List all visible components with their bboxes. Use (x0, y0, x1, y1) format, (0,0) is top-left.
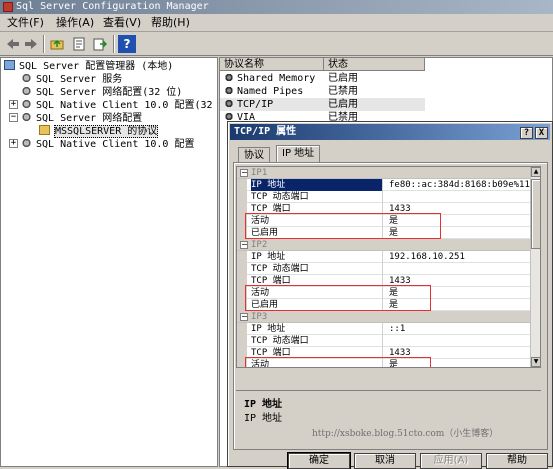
list-row-selected[interactable]: TCP/IP 已启用 (220, 98, 425, 111)
section-ip1[interactable]: − IP1 (237, 167, 531, 179)
description-title: IP 地址 (244, 399, 283, 410)
network-icon (21, 112, 32, 122)
protocol-icon (224, 112, 234, 121)
protocol-icon (224, 99, 234, 108)
scroll-thumb[interactable] (531, 179, 540, 249)
list-row[interactable]: Shared Memory 已启用 (220, 72, 425, 85)
property-grid-scrollbar[interactable]: ▲ ▼ (530, 167, 540, 367)
section-ip2[interactable]: − IP2 (237, 239, 531, 251)
property-grid: − IP1 IP 地址 fe80::ac:384d:8168:b09e%11 TCP… (236, 166, 541, 368)
network-icon (21, 86, 32, 96)
collapse-network-config[interactable]: − (9, 113, 18, 122)
property-row[interactable]: IP 地址 192.168.10.251 (237, 251, 531, 263)
tab-ip-addresses[interactable]: IP 地址 (276, 145, 321, 163)
tree-item-native-client-32[interactable]: SQL Native Client 10.0 配置(32 位) (21, 99, 235, 112)
service-icon (21, 73, 32, 83)
properties-icon[interactable] (70, 35, 88, 53)
column-header-status[interactable]: 状态 (324, 58, 425, 71)
watermark: http://xsboke.blog.51cto.com（小生博客） (312, 429, 499, 439)
dialog-title-bar[interactable]: TCP/IP 属性 ? X (230, 124, 550, 140)
tree-item-mssqlserver-protocols[interactable]: MSSQLSERVER 的协议 (39, 125, 159, 138)
menu-help[interactable]: 帮助(H) (148, 16, 193, 30)
menu-file[interactable]: 文件(F) (4, 16, 47, 30)
export-icon[interactable] (91, 35, 109, 53)
window-title-bar[interactable]: Sql Server Configuration Manager (0, 0, 553, 14)
description-text: IP 地址 (244, 413, 283, 424)
highlight-box (245, 357, 431, 367)
app-icon (3, 2, 13, 12)
tcpip-properties-dialog: TCP/IP 属性 ? X 协议 IP 地址 − IP1 IP 地址 fe80::a… (227, 121, 553, 469)
highlight-box (245, 285, 431, 311)
close-button[interactable]: X (535, 127, 548, 139)
forward-arrow-icon[interactable] (22, 35, 40, 53)
tree-item-network-config-32[interactable]: SQL Server 网络配置(32 位) (21, 86, 182, 99)
menu-action[interactable]: 操作(A) (53, 16, 97, 30)
tree-pane: SQL Server 配置管理器 (本地) SQL Server 服务 SQL … (0, 57, 235, 467)
protocol-icon (224, 86, 234, 95)
scroll-up-arrow-icon[interactable]: ▲ (531, 167, 540, 177)
tree-item-network-config[interactable]: SQL Server 网络配置 (21, 112, 142, 125)
tree-root[interactable]: SQL Server 配置管理器 (本地) (4, 60, 173, 73)
list-row[interactable]: Named Pipes 已禁用 (220, 85, 425, 98)
tree-item-sql-server-services[interactable]: SQL Server 服务 (21, 73, 122, 86)
expand-native-client[interactable]: + (9, 139, 18, 148)
section-ip3[interactable]: − IP3 (237, 311, 531, 323)
computer-icon (4, 60, 15, 70)
highlight-box (245, 213, 441, 239)
up-folder-icon[interactable] (48, 35, 66, 53)
scroll-down-arrow-icon[interactable]: ▼ (531, 357, 540, 367)
property-row[interactable]: IP 地址::1 (237, 323, 531, 335)
protocol-icon (224, 73, 234, 82)
toolbar: ? (0, 32, 553, 56)
property-row[interactable]: TCP 动态端口 (237, 191, 531, 203)
client-icon (21, 138, 32, 148)
back-arrow-icon[interactable] (4, 35, 22, 53)
tree-item-native-client[interactable]: SQL Native Client 10.0 配置 (21, 138, 194, 151)
dialog-title: TCP/IP 属性 (234, 126, 297, 137)
client-icon (21, 99, 32, 109)
help-icon[interactable]: ? (118, 35, 136, 53)
window-title: Sql Server Configuration Manager (16, 1, 209, 12)
tab-protocol[interactable]: 协议 (238, 147, 270, 163)
help-button[interactable]: ? (520, 127, 533, 139)
menu-bar: 文件(F) 操作(A) 查看(V) 帮助(H) (0, 14, 553, 32)
menu-view[interactable]: 查看(V) (100, 16, 144, 30)
property-row[interactable]: IP 地址 fe80::ac:384d:8168:b09e%11 (237, 179, 531, 191)
property-row[interactable]: TCP 动态端口 (237, 263, 531, 275)
column-header-protocol-name[interactable]: 协议名称 (220, 58, 324, 71)
property-row[interactable]: TCP 动态端口 (237, 335, 531, 347)
protocol-icon (39, 125, 50, 135)
expand-native-client-32[interactable]: + (9, 100, 18, 109)
